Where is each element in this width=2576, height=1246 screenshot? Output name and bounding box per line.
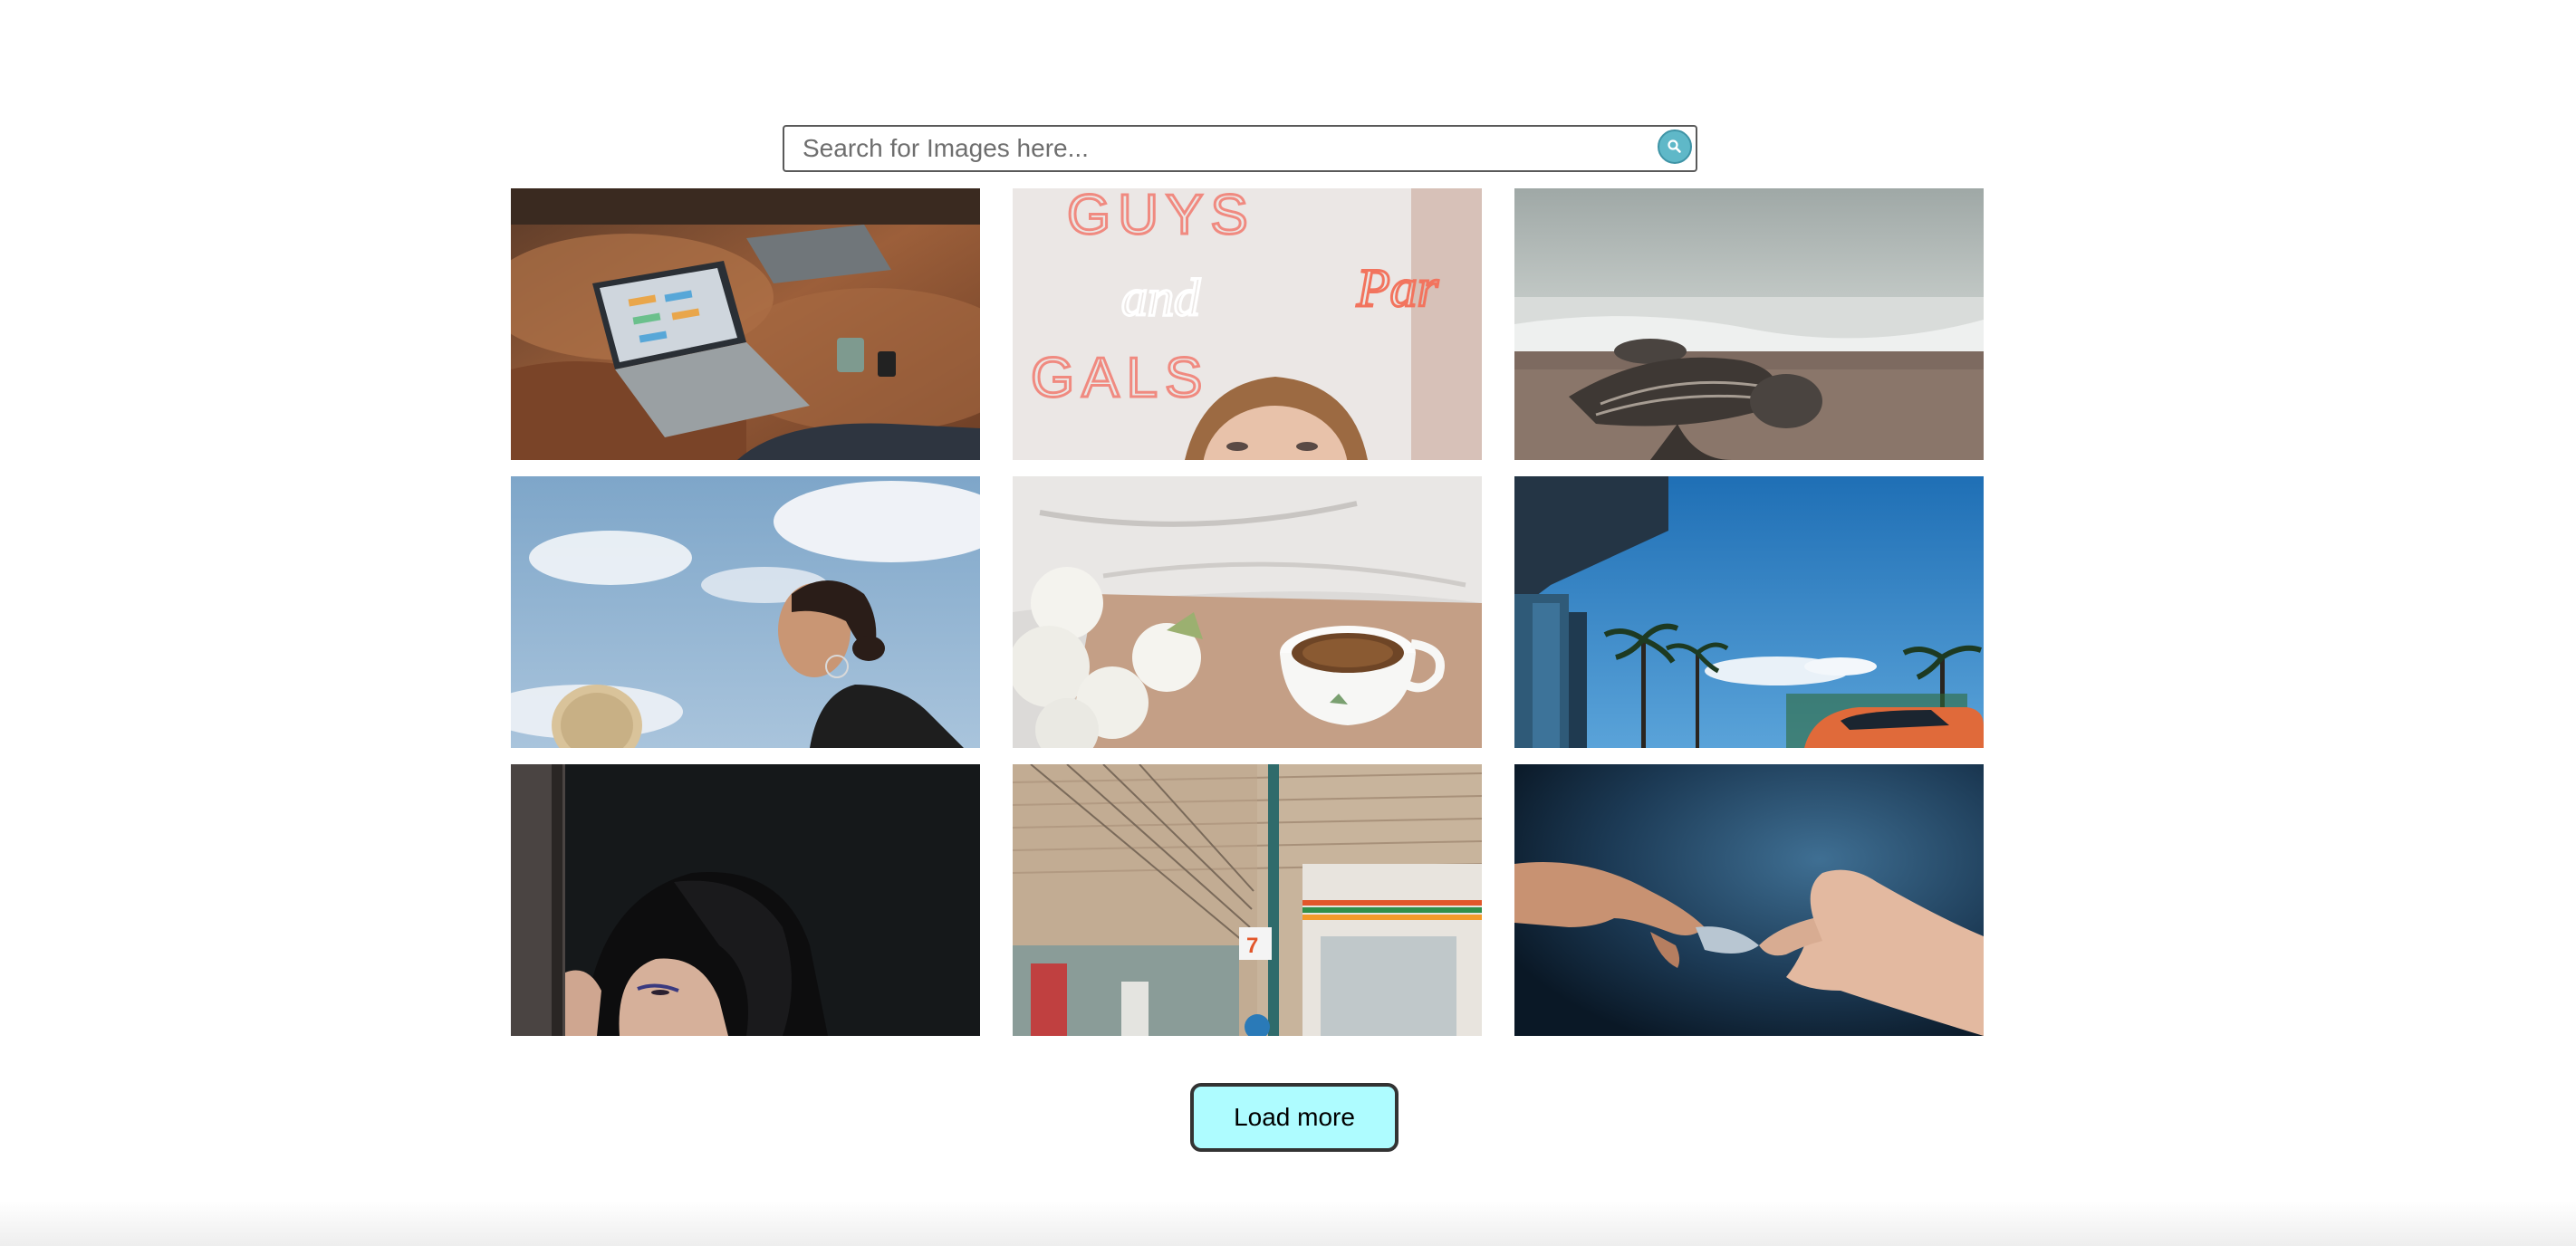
gallery-image-store[interactable]: 7 <box>1013 764 1482 1036</box>
search-input[interactable] <box>784 127 1636 170</box>
bottom-shadow <box>0 1201 2576 1246</box>
svg-text:and: and <box>1121 268 1201 327</box>
gallery-image-women-sky[interactable] <box>511 476 980 748</box>
gallery-image-laptop[interactable] <box>511 188 980 460</box>
gallery-image-neon-sign[interactable]: GUYS and GALS Par <box>1013 188 1482 460</box>
search-icon <box>1668 139 1681 153</box>
svg-text:GUYS: GUYS <box>1067 188 1255 246</box>
gallery-image-hands[interactable] <box>1514 764 1984 1036</box>
image-gallery: GUYS and GALS Par 7 <box>511 188 1984 1036</box>
turtle-image <box>1514 188 1984 460</box>
store-image: 7 <box>1013 764 1482 1036</box>
gallery-image-palms[interactable] <box>1514 476 1984 748</box>
laptop-image <box>511 188 980 460</box>
search-button[interactable] <box>1658 129 1692 164</box>
gallery-image-coffee[interactable] <box>1013 476 1482 748</box>
svg-text:Par: Par <box>1356 258 1439 318</box>
search-bar <box>783 125 1697 172</box>
gallery-image-woman-dark[interactable] <box>511 764 980 1036</box>
palms-image <box>1514 476 1984 748</box>
page: GUYS and GALS Par <box>0 0 2576 1246</box>
svg-text:GALS: GALS <box>1031 347 1209 409</box>
women-sky-image <box>511 476 980 748</box>
neon-sign-image: GUYS and GALS Par <box>1013 188 1482 460</box>
svg-text:7: 7 <box>1246 934 1258 958</box>
coffee-image <box>1013 476 1482 748</box>
load-more-button[interactable]: Load more <box>1190 1083 1399 1152</box>
hands-image <box>1514 764 1984 1036</box>
woman-dark-image <box>511 764 980 1036</box>
gallery-image-turtle[interactable] <box>1514 188 1984 460</box>
